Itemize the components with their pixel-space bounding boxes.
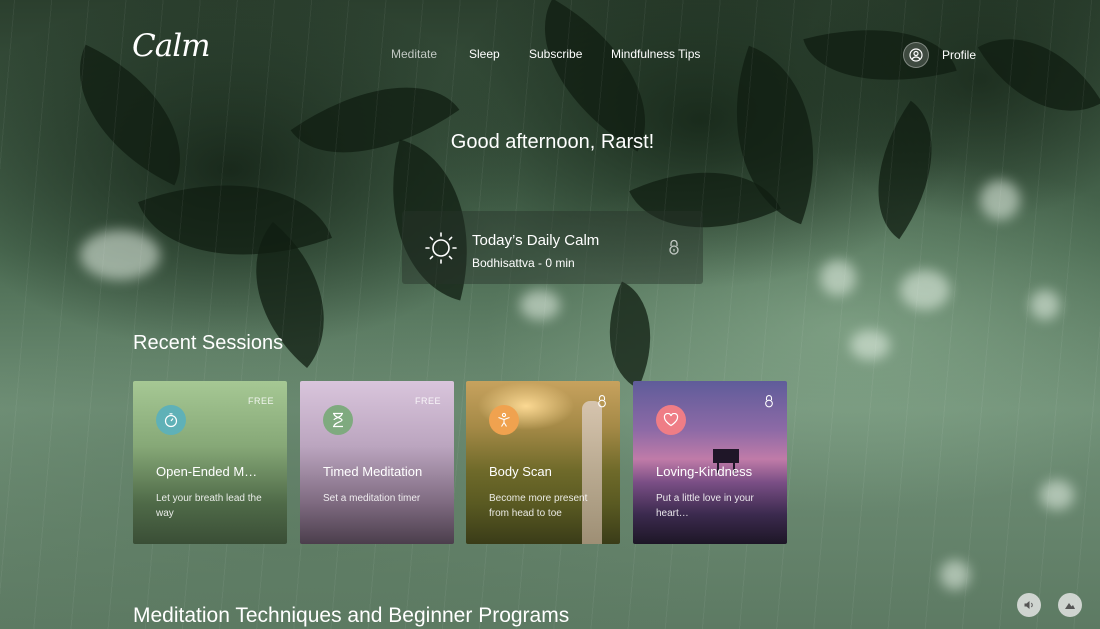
calm-logo[interactable]: Calm — [132, 28, 211, 64]
greeting-text: Good afternoon, Rarst! — [450, 131, 655, 153]
lock-icon — [765, 395, 773, 408]
session-title: Loving-Kindness — [656, 464, 753, 479]
profile-avatar-icon — [903, 42, 929, 68]
profile-menu[interactable]: Profile — [903, 42, 976, 68]
nav-meditate[interactable]: Meditate — [391, 47, 437, 61]
speaker-icon[interactable] — [1017, 593, 1041, 617]
session-card-timed-meditation[interactable]: FREE Timed Meditation Set a meditation t… — [300, 381, 454, 544]
nav-mindfulness-tips[interactable]: Mindfulness Tips — [611, 47, 700, 61]
stopwatch-icon — [156, 405, 186, 435]
nav-subscribe[interactable]: Subscribe — [529, 47, 582, 61]
lock-icon — [598, 395, 606, 408]
techniques-title: Meditation Techniques and Beginner Progr… — [133, 604, 570, 627]
recent-sessions-title: Recent Sessions — [133, 332, 284, 354]
daily-calm-card[interactable]: Today’s Daily Calm Bodhisattva - 0 min — [402, 211, 703, 284]
session-description: Set a meditation timer — [323, 493, 421, 504]
profile-label: Profile — [942, 48, 977, 62]
mountain-icon[interactable] — [1058, 593, 1082, 617]
free-badge: FREE — [247, 396, 274, 406]
lock-icon — [669, 239, 679, 255]
session-card-open-ended[interactable]: FREE Open-Ended M… Let your breath lead … — [133, 381, 287, 544]
daily-calm-title: Today’s Daily Calm — [472, 232, 600, 249]
session-description: Become more present from head to toe — [489, 493, 588, 519]
free-badge: FREE — [414, 396, 441, 406]
session-card-body-scan[interactable]: Body Scan Become more present from head … — [466, 381, 620, 544]
session-card-loving-kindness[interactable]: Loving-Kindness Put a little love in you… — [633, 381, 787, 544]
hourglass-icon — [323, 405, 353, 435]
person-icon — [489, 405, 519, 435]
daily-calm-subtitle: Bodhisattva - 0 min — [472, 256, 575, 270]
session-description: Let your breath lead the way — [156, 493, 262, 519]
session-title: Open-Ended M… — [156, 464, 258, 479]
heart-icon — [656, 405, 686, 435]
session-title: Body Scan — [489, 464, 552, 479]
session-title: Timed Meditation — [323, 464, 423, 479]
session-description: Put a little love in your heart… — [656, 493, 754, 519]
sun-icon — [425, 232, 457, 264]
nav-sleep[interactable]: Sleep — [469, 47, 500, 61]
